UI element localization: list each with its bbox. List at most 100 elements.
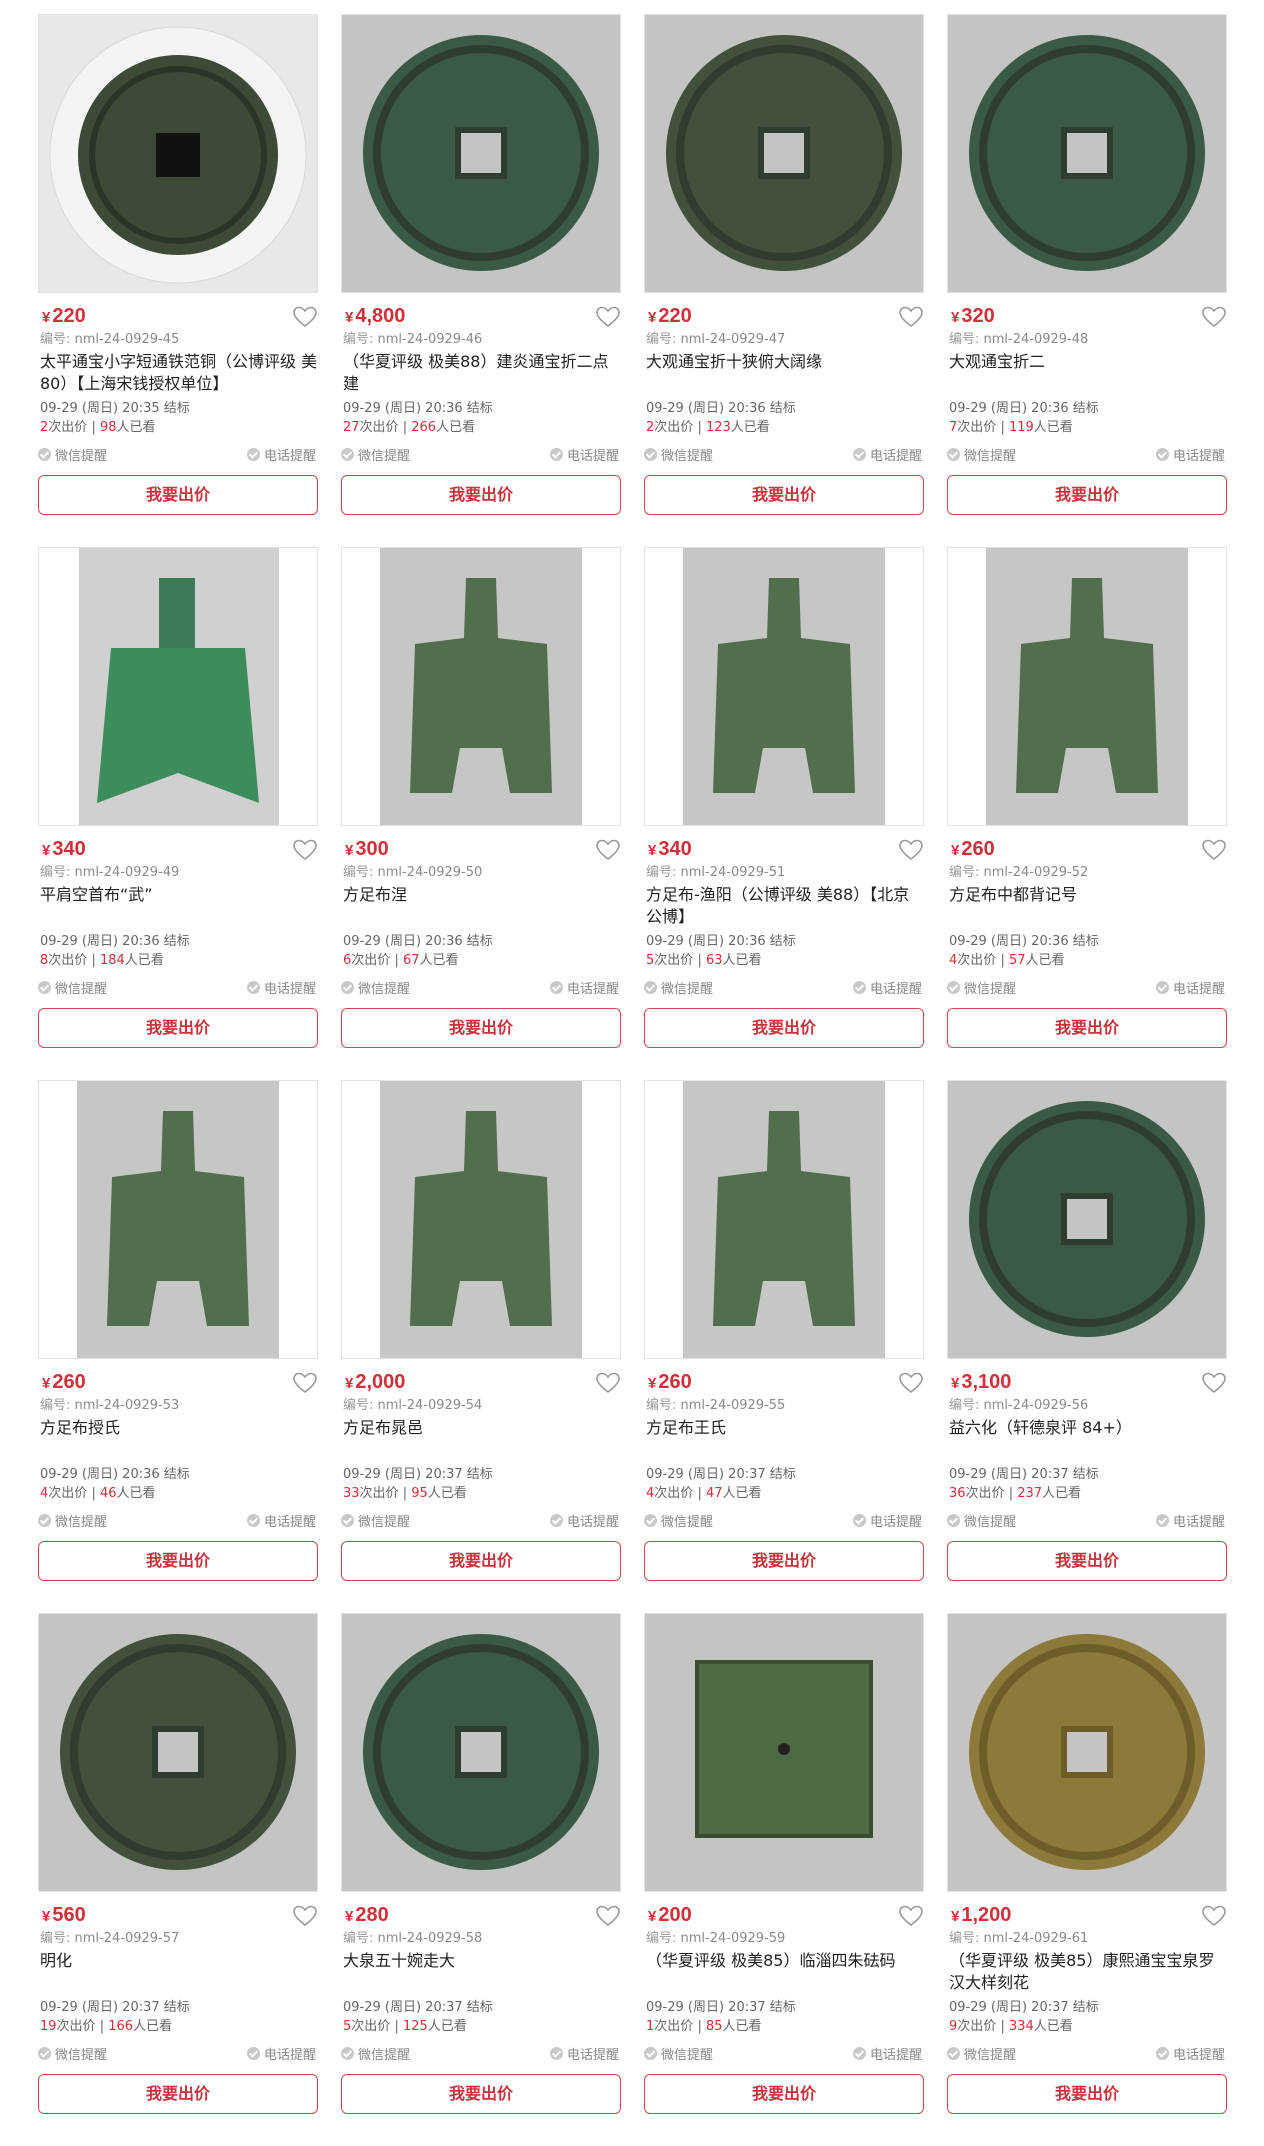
item-title[interactable]: 方足布王氏 [646,1417,924,1461]
auction-card[interactable]: ¥220 编号: nml-24-0929-45 太平通宝小字短通铁范铜（公博评级… [38,14,318,547]
bid-button[interactable]: 我要出价 [341,475,621,515]
item-title[interactable]: 益六化（轩德泉评 84+） [949,1417,1227,1461]
auction-card[interactable]: ¥4,800 编号: nml-24-0929-46 （华夏评级 极美88）建炎通… [341,14,621,547]
phone-reminder[interactable]: 电话提醒 [549,978,619,997]
heart-outline-icon[interactable] [1201,1371,1227,1395]
heart-outline-icon[interactable] [898,1904,924,1928]
heart-outline-icon[interactable] [595,1904,621,1928]
phone-reminder[interactable]: 电话提醒 [1155,978,1225,997]
wechat-reminder[interactable]: 微信提醒 [947,978,1016,997]
auction-card[interactable]: ¥280 编号: nml-24-0929-58 大泉五十婉走大 09-29 (周… [341,1613,621,2146]
item-title[interactable]: 方足布晁邑 [343,1417,621,1461]
auction-card[interactable]: ¥1,200 编号: nml-24-0929-61 （华夏评级 极美85）康熙通… [947,1613,1227,2146]
bid-button[interactable]: 我要出价 [644,1008,924,1048]
item-thumbnail[interactable] [644,547,924,826]
auction-card[interactable]: ¥200 编号: nml-24-0929-59 （华夏评级 极美85）临淄四朱砝… [644,1613,924,2146]
item-thumbnail[interactable] [38,1613,318,1892]
item-thumbnail[interactable] [38,547,318,826]
item-title[interactable]: 大泉五十婉走大 [343,1950,621,1994]
bid-button[interactable]: 我要出价 [38,1541,318,1581]
wechat-reminder[interactable]: 微信提醒 [341,445,410,464]
phone-reminder[interactable]: 电话提醒 [1155,445,1225,464]
bid-button[interactable]: 我要出价 [38,1008,318,1048]
heart-outline-icon[interactable] [292,1904,318,1928]
bid-button[interactable]: 我要出价 [341,1008,621,1048]
wechat-reminder[interactable]: 微信提醒 [947,2044,1016,2063]
item-title[interactable]: 方足布-渔阳（公博评级 美88）【北京公博】 [646,884,924,928]
heart-outline-icon[interactable] [292,838,318,862]
auction-card[interactable]: ¥260 编号: nml-24-0929-52 方足布中都背记号 09-29 (… [947,547,1227,1080]
heart-outline-icon[interactable] [898,1371,924,1395]
item-title[interactable]: 大观通宝折二 [949,351,1227,395]
bid-button[interactable]: 我要出价 [644,2074,924,2114]
heart-outline-icon[interactable] [1201,305,1227,329]
wechat-reminder[interactable]: 微信提醒 [644,445,713,464]
item-thumbnail[interactable] [38,14,318,293]
heart-outline-icon[interactable] [292,1371,318,1395]
item-thumbnail[interactable] [947,547,1227,826]
phone-reminder[interactable]: 电话提醒 [549,2044,619,2063]
auction-card[interactable]: ¥260 编号: nml-24-0929-53 方足布授氏 09-29 (周日)… [38,1080,318,1613]
item-thumbnail[interactable] [644,1613,924,1892]
bid-button[interactable]: 我要出价 [947,2074,1227,2114]
bid-button[interactable]: 我要出价 [341,1541,621,1581]
phone-reminder[interactable]: 电话提醒 [246,1511,316,1530]
auction-card[interactable]: ¥220 编号: nml-24-0929-47 大观通宝折十狭俯大阔缘 09-2… [644,14,924,547]
wechat-reminder[interactable]: 微信提醒 [38,978,107,997]
bid-button[interactable]: 我要出价 [947,1541,1227,1581]
auction-card[interactable]: ¥2,000 编号: nml-24-0929-54 方足布晁邑 09-29 (周… [341,1080,621,1613]
item-title[interactable]: 方足布涅 [343,884,621,928]
item-thumbnail[interactable] [341,547,621,826]
phone-reminder[interactable]: 电话提醒 [246,2044,316,2063]
item-title[interactable]: 方足布中都背记号 [949,884,1227,928]
phone-reminder[interactable]: 电话提醒 [246,978,316,997]
bid-button[interactable]: 我要出价 [38,2074,318,2114]
auction-card[interactable]: ¥340 编号: nml-24-0929-49 平肩空首布“武” 09-29 (… [38,547,318,1080]
item-title[interactable]: 太平通宝小字短通铁范铜（公博评级 美80）【上海宋钱授权单位】 [40,351,318,395]
item-thumbnail[interactable] [947,14,1227,293]
heart-outline-icon[interactable] [595,1371,621,1395]
phone-reminder[interactable]: 电话提醒 [1155,2044,1225,2063]
wechat-reminder[interactable]: 微信提醒 [947,445,1016,464]
item-thumbnail[interactable] [644,1080,924,1359]
phone-reminder[interactable]: 电话提醒 [852,1511,922,1530]
heart-outline-icon[interactable] [595,838,621,862]
item-thumbnail[interactable] [341,1613,621,1892]
phone-reminder[interactable]: 电话提醒 [549,445,619,464]
item-title[interactable]: （华夏评级 极美85）临淄四朱砝码 [646,1950,924,1994]
item-title[interactable]: 方足布授氏 [40,1417,318,1461]
wechat-reminder[interactable]: 微信提醒 [644,2044,713,2063]
item-thumbnail[interactable] [947,1613,1227,1892]
bid-button[interactable]: 我要出价 [947,1008,1227,1048]
item-title[interactable]: 大观通宝折十狭俯大阔缘 [646,351,924,395]
heart-outline-icon[interactable] [898,305,924,329]
wechat-reminder[interactable]: 微信提醒 [644,1511,713,1530]
wechat-reminder[interactable]: 微信提醒 [38,1511,107,1530]
phone-reminder[interactable]: 电话提醒 [852,445,922,464]
item-title[interactable]: （华夏评级 极美85）康熙通宝宝泉罗汉大样刻花 [949,1950,1227,1994]
phone-reminder[interactable]: 电话提醒 [246,445,316,464]
heart-outline-icon[interactable] [1201,838,1227,862]
phone-reminder[interactable]: 电话提醒 [1155,1511,1225,1530]
item-title[interactable]: （华夏评级 极美88）建炎通宝折二点建 [343,351,621,395]
bid-button[interactable]: 我要出价 [644,475,924,515]
phone-reminder[interactable]: 电话提醒 [852,978,922,997]
phone-reminder[interactable]: 电话提醒 [549,1511,619,1530]
wechat-reminder[interactable]: 微信提醒 [947,1511,1016,1530]
auction-card[interactable]: ¥320 编号: nml-24-0929-48 大观通宝折二 09-29 (周日… [947,14,1227,547]
auction-card[interactable]: ¥3,100 编号: nml-24-0929-56 益六化（轩德泉评 84+） … [947,1080,1227,1613]
bid-button[interactable]: 我要出价 [947,475,1227,515]
phone-reminder[interactable]: 电话提醒 [852,2044,922,2063]
auction-card[interactable]: ¥560 编号: nml-24-0929-57 明化 09-29 (周日) 20… [38,1613,318,2146]
item-thumbnail[interactable] [947,1080,1227,1359]
item-thumbnail[interactable] [38,1080,318,1359]
auction-card[interactable]: ¥260 编号: nml-24-0929-55 方足布王氏 09-29 (周日)… [644,1080,924,1613]
wechat-reminder[interactable]: 微信提醒 [341,978,410,997]
wechat-reminder[interactable]: 微信提醒 [38,2044,107,2063]
heart-outline-icon[interactable] [898,838,924,862]
heart-outline-icon[interactable] [1201,1904,1227,1928]
item-thumbnail[interactable] [341,1080,621,1359]
auction-card[interactable]: ¥340 编号: nml-24-0929-51 方足布-渔阳（公博评级 美88）… [644,547,924,1080]
bid-button[interactable]: 我要出价 [38,475,318,515]
wechat-reminder[interactable]: 微信提醒 [341,1511,410,1530]
